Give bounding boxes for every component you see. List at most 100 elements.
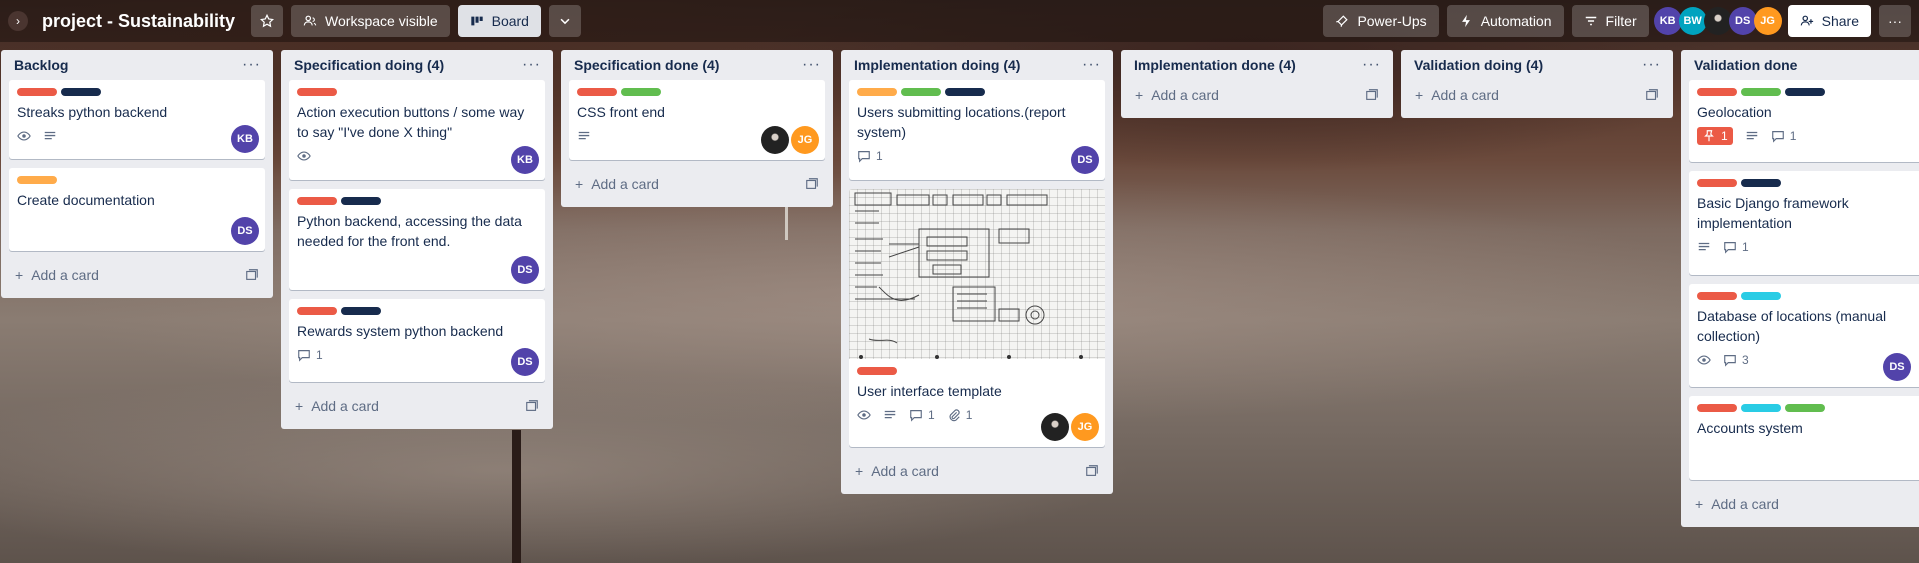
card-python-backend-data[interactable]: Python backend, accessing the data neede… (289, 189, 545, 290)
label-navy[interactable] (1741, 179, 1781, 187)
visibility-button[interactable]: Workspace visible (291, 5, 450, 37)
list-menu-icon[interactable]: ··· (1642, 56, 1661, 74)
description-icon (1698, 242, 1710, 251)
add-card-button[interactable]: + Add a card (289, 391, 545, 421)
list-title[interactable]: Validation doing (4) (1414, 57, 1543, 73)
card-streaks-python-backend[interactable]: Streaks python backend KB (9, 80, 265, 159)
label-red[interactable] (1697, 404, 1737, 412)
list-menu-icon[interactable]: ··· (522, 56, 541, 74)
avatar-jg[interactable]: JG (791, 126, 819, 154)
label-green[interactable] (901, 88, 941, 96)
avatar-ds[interactable]: DS (1728, 7, 1757, 35)
list-menu-icon[interactable]: ··· (1362, 56, 1381, 74)
list-title[interactable]: Backlog (14, 57, 68, 73)
card-database-of-locations[interactable]: Database of locations (manual collection… (1689, 284, 1919, 387)
card-basic-django-framework[interactable]: Basic Django framework implementation 1 (1689, 171, 1919, 275)
card-geolocation[interactable]: Geolocation 1 1 (1689, 80, 1919, 162)
add-card-button[interactable]: + Add a card (849, 456, 1105, 486)
label-red[interactable] (297, 307, 337, 315)
avatar-jg[interactable]: JG (1753, 7, 1782, 35)
card-template-icon[interactable] (1365, 88, 1379, 102)
eye-icon (857, 410, 871, 420)
avatar-kb[interactable]: KB (511, 146, 539, 174)
filter-button[interactable]: Filter (1571, 5, 1649, 37)
card-user-interface-template[interactable]: User interface template 1 1 JG (849, 189, 1105, 447)
add-card-button[interactable]: + Add a card (9, 260, 265, 290)
label-red[interactable] (297, 197, 337, 205)
list-title[interactable]: Implementation doing (4) (854, 57, 1020, 73)
list-title[interactable]: Specification done (4) (574, 57, 719, 73)
label-orange[interactable] (857, 88, 897, 96)
label-red[interactable] (1697, 292, 1737, 300)
label-navy[interactable] (945, 88, 985, 96)
card-badges: 1 (857, 146, 1097, 166)
label-red[interactable] (17, 88, 57, 96)
card-accounts-system[interactable]: Accounts system (1689, 396, 1919, 480)
list-title[interactable]: Specification doing (4) (294, 57, 444, 73)
card-template-icon[interactable] (1645, 88, 1659, 102)
list-menu-icon[interactable]: ··· (1082, 56, 1101, 74)
avatar-kb[interactable]: KB (231, 125, 259, 153)
board-menu-button[interactable]: ··· (1879, 5, 1911, 37)
card-create-documentation[interactable]: Create documentation DS (9, 168, 265, 251)
chevron-right-icon[interactable]: › (8, 11, 28, 31)
label-orange[interactable] (17, 176, 57, 184)
card-labels (1697, 292, 1911, 300)
card-users-submitting-locations[interactable]: Users submitting locations.(report syste… (849, 80, 1105, 180)
label-red[interactable] (297, 88, 337, 96)
label-red[interactable] (577, 88, 617, 96)
add-card-button[interactable]: + Add a card (1129, 80, 1385, 110)
label-red[interactable] (1697, 179, 1737, 187)
board-members: KB BW DS JG (1653, 7, 1782, 35)
label-green[interactable] (1741, 88, 1781, 96)
avatar-jg[interactable]: JG (1071, 413, 1099, 441)
label-sky[interactable] (1741, 404, 1781, 412)
avatar-ds[interactable]: DS (1883, 353, 1911, 381)
card-template-icon[interactable] (525, 399, 539, 413)
comments-count: 3 (1742, 353, 1749, 367)
star-button[interactable] (251, 5, 284, 37)
list-title[interactable]: Implementation done (4) (1134, 57, 1296, 73)
add-card-label: Add a card (31, 267, 99, 283)
label-green[interactable] (621, 88, 661, 96)
card-template-icon[interactable] (245, 268, 259, 282)
list-menu-icon[interactable]: ··· (802, 56, 821, 74)
label-navy[interactable] (341, 307, 381, 315)
board-view-button[interactable]: Board (457, 5, 541, 37)
card-rewards-system[interactable]: Rewards system python backend 1 DS (289, 299, 545, 382)
avatar-kb[interactable]: KB (1653, 7, 1682, 35)
label-red[interactable] (1697, 88, 1737, 96)
comments-count: 1 (876, 149, 883, 163)
label-red[interactable] (857, 367, 897, 375)
avatar-ds[interactable]: DS (231, 217, 259, 245)
card-template-icon[interactable] (805, 177, 819, 191)
board-title[interactable]: project - Sustainability (42, 11, 235, 32)
background-pole (512, 430, 521, 563)
add-card-button[interactable]: + Add a card (1409, 80, 1665, 110)
card-action-execution-buttons[interactable]: Action execution buttons / some way to s… (289, 80, 545, 180)
label-navy[interactable] (1785, 88, 1825, 96)
label-green[interactable] (1785, 404, 1825, 412)
powerups-button[interactable]: Power-Ups (1323, 5, 1439, 37)
label-navy[interactable] (341, 197, 381, 205)
card-badges: 1 (297, 345, 537, 365)
list-menu-icon[interactable]: ··· (242, 56, 261, 74)
share-button[interactable]: Share (1787, 5, 1871, 37)
card-template-icon[interactable] (1085, 464, 1099, 478)
add-card-button[interactable]: + Add a card (1689, 489, 1919, 519)
automation-button[interactable]: Automation (1446, 5, 1564, 37)
card-css-front-end[interactable]: CSS front end JG (569, 80, 825, 160)
list-title[interactable]: Validation done (1694, 57, 1797, 73)
avatar-photo[interactable] (761, 126, 789, 154)
avatar-ds[interactable]: DS (1071, 146, 1099, 174)
avatar-bw[interactable]: BW (1678, 7, 1707, 35)
label-sky[interactable] (1741, 292, 1781, 300)
avatar-ds[interactable]: DS (511, 256, 539, 284)
view-switcher-button[interactable] (548, 5, 581, 37)
avatar-photo[interactable] (1703, 7, 1732, 35)
add-card-button[interactable]: + Add a card (569, 169, 825, 199)
label-navy[interactable] (61, 88, 101, 96)
avatar-ds[interactable]: DS (511, 348, 539, 376)
plus-icon: + (1415, 87, 1424, 103)
avatar-photo[interactable] (1041, 413, 1069, 441)
